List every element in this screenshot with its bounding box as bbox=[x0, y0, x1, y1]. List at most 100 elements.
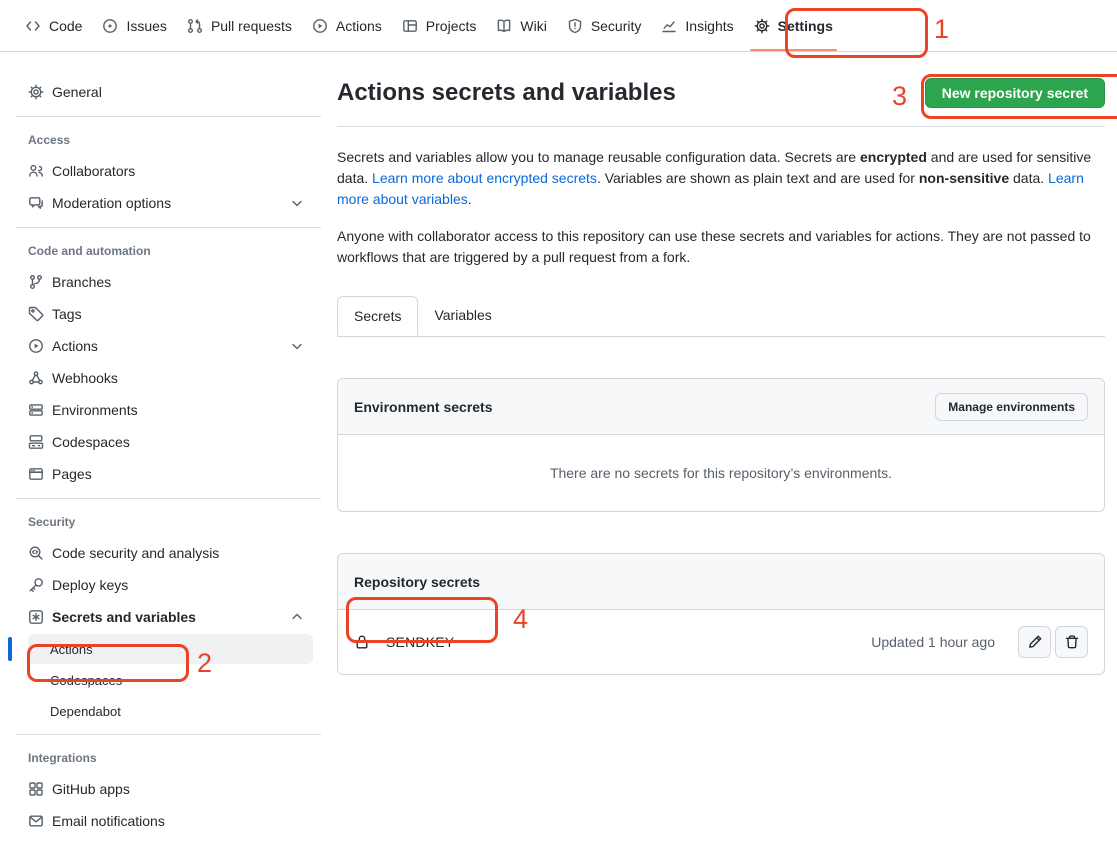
sidebar-item-label: Pages bbox=[52, 466, 305, 482]
sidebar-item-tags[interactable]: Tags bbox=[16, 298, 313, 330]
repository-secrets-header: Repository secrets bbox=[338, 554, 1104, 610]
sidebar-item-code-security[interactable]: Code security and analysis bbox=[16, 537, 313, 569]
people-icon bbox=[28, 163, 44, 179]
tab-label: Issues bbox=[126, 18, 166, 34]
sidebar-item-label: General bbox=[52, 84, 305, 100]
intro-text: Secrets and variables allow you to manag… bbox=[337, 149, 860, 165]
key-icon bbox=[28, 577, 44, 593]
code-icon bbox=[25, 18, 41, 34]
gear-icon bbox=[754, 18, 770, 34]
environment-secrets-header: Environment secrets Manage environments bbox=[338, 379, 1104, 435]
tab-insights[interactable]: Insights bbox=[653, 0, 741, 51]
graph-icon bbox=[661, 18, 677, 34]
tab-label: Security bbox=[591, 18, 642, 34]
sidebar-item-label: Moderation options bbox=[52, 195, 281, 211]
sidebar-item-secrets-and-variables[interactable]: Secrets and variables bbox=[16, 601, 313, 633]
repository-secrets-box: Repository secrets SENDKEY Updated 1 hou… bbox=[337, 553, 1105, 675]
sidebar-item-moderation-options[interactable]: Moderation options bbox=[16, 187, 313, 219]
tab-code[interactable]: Code bbox=[17, 0, 90, 51]
sidebar-divider bbox=[16, 227, 321, 228]
edit-secret-button[interactable] bbox=[1018, 626, 1051, 658]
secret-name: SENDKEY bbox=[386, 634, 454, 650]
sidebar-item-codespaces[interactable]: Codespaces bbox=[16, 426, 313, 458]
sidebar-subitem-label: Dependabot bbox=[50, 704, 121, 719]
tab-label: Insights bbox=[685, 18, 733, 34]
intro-text: data. bbox=[1009, 170, 1048, 186]
comment-discussion-icon bbox=[28, 195, 44, 211]
manage-environments-button[interactable]: Manage environments bbox=[935, 393, 1088, 421]
sidebar-item-label: Webhooks bbox=[52, 370, 305, 386]
secret-updated-timestamp: Updated 1 hour ago bbox=[871, 634, 995, 650]
sidebar-item-deploy-keys[interactable]: Deploy keys bbox=[16, 569, 313, 601]
issue-opened-icon bbox=[102, 18, 118, 34]
tab-security[interactable]: Security bbox=[559, 0, 650, 51]
sidebar-subitem-codespaces[interactable]: Codespaces bbox=[28, 665, 313, 695]
tab-projects[interactable]: Projects bbox=[394, 0, 485, 51]
sidebar-item-pages[interactable]: Pages bbox=[16, 458, 313, 490]
intro-text: . bbox=[468, 191, 472, 207]
environment-secrets-title: Environment secrets bbox=[354, 399, 493, 415]
intro-paragraph: Secrets and variables allow you to manag… bbox=[337, 147, 1105, 210]
server-icon bbox=[28, 402, 44, 418]
sidebar-item-environments[interactable]: Environments bbox=[16, 394, 313, 426]
git-branch-icon bbox=[28, 274, 44, 290]
browser-icon bbox=[28, 466, 44, 482]
sidebar-item-actions[interactable]: Actions bbox=[16, 330, 313, 362]
sidebar-item-branches[interactable]: Branches bbox=[16, 266, 313, 298]
sidebar-item-label: Codespaces bbox=[52, 434, 305, 450]
sidebar-item-label: Deploy keys bbox=[52, 577, 305, 593]
sidebar-item-label: Collaborators bbox=[52, 163, 305, 179]
tab-pull-requests[interactable]: Pull requests bbox=[179, 0, 300, 51]
main-content: Actions secrets and variables New reposi… bbox=[321, 52, 1117, 675]
shield-icon bbox=[567, 18, 583, 34]
tab-label: Projects bbox=[426, 18, 477, 34]
sidebar-item-email-notifications[interactable]: Email notifications bbox=[16, 805, 313, 837]
play-icon bbox=[312, 18, 328, 34]
delete-secret-button[interactable] bbox=[1055, 626, 1088, 658]
sidebar-divider bbox=[16, 116, 321, 117]
sidebar-subitem-actions[interactable]: Actions bbox=[28, 634, 313, 664]
sidebar-item-label: Branches bbox=[52, 274, 305, 290]
chevron-up-icon bbox=[289, 609, 305, 625]
tag-icon bbox=[28, 306, 44, 322]
sidebar-item-general[interactable]: General bbox=[16, 76, 313, 108]
sidebar-item-label: Email notifications bbox=[52, 813, 305, 829]
secrets-variables-tabs: Secrets Variables bbox=[337, 296, 1105, 337]
page-header: Actions secrets and variables New reposi… bbox=[337, 78, 1105, 127]
tab-secrets[interactable]: Secrets bbox=[337, 296, 418, 336]
tab-label: Settings bbox=[778, 18, 833, 34]
sidebar-item-label: Tags bbox=[52, 306, 305, 322]
sidebar-section-security: Security bbox=[28, 515, 313, 529]
tab-label: Pull requests bbox=[211, 18, 292, 34]
sidebar-section-integrations: Integrations bbox=[28, 751, 313, 765]
intro-bold-non-sensitive: non-sensitive bbox=[919, 170, 1009, 186]
repository-secrets-title: Repository secrets bbox=[354, 574, 480, 590]
play-icon bbox=[28, 338, 44, 354]
sidebar-item-label: Code security and analysis bbox=[52, 545, 305, 561]
collaborator-note: Anyone with collaborator access to this … bbox=[337, 226, 1105, 268]
sidebar-section-code-automation: Code and automation bbox=[28, 244, 313, 258]
sidebar-item-label: Secrets and variables bbox=[52, 609, 281, 625]
sidebar-subitem-label: Codespaces bbox=[50, 673, 122, 688]
tab-label: Actions bbox=[336, 18, 382, 34]
sidebar-section-access: Access bbox=[28, 133, 313, 147]
tab-actions[interactable]: Actions bbox=[304, 0, 390, 51]
sidebar-item-github-apps[interactable]: GitHub apps bbox=[16, 773, 313, 805]
apps-grid-icon bbox=[28, 781, 44, 797]
sidebar-item-collaborators[interactable]: Collaborators bbox=[16, 155, 313, 187]
tab-settings[interactable]: Settings bbox=[746, 0, 841, 51]
tab-issues[interactable]: Issues bbox=[94, 0, 174, 51]
environment-secrets-empty-message: There are no secrets for this repository… bbox=[338, 435, 1104, 511]
sidebar-item-webhooks[interactable]: Webhooks bbox=[16, 362, 313, 394]
tab-variables[interactable]: Variables bbox=[418, 296, 507, 336]
sidebar-subitem-dependabot[interactable]: Dependabot bbox=[28, 696, 313, 726]
new-repository-secret-button[interactable]: New repository secret bbox=[925, 78, 1105, 108]
lock-icon bbox=[354, 634, 370, 650]
tab-wiki[interactable]: Wiki bbox=[488, 0, 554, 51]
book-icon bbox=[496, 18, 512, 34]
secret-asterisk-icon bbox=[28, 609, 44, 625]
webhook-icon bbox=[28, 370, 44, 386]
tab-label: Wiki bbox=[520, 18, 546, 34]
learn-more-encrypted-secrets-link[interactable]: Learn more about encrypted secrets bbox=[372, 170, 597, 186]
gear-icon bbox=[28, 84, 44, 100]
